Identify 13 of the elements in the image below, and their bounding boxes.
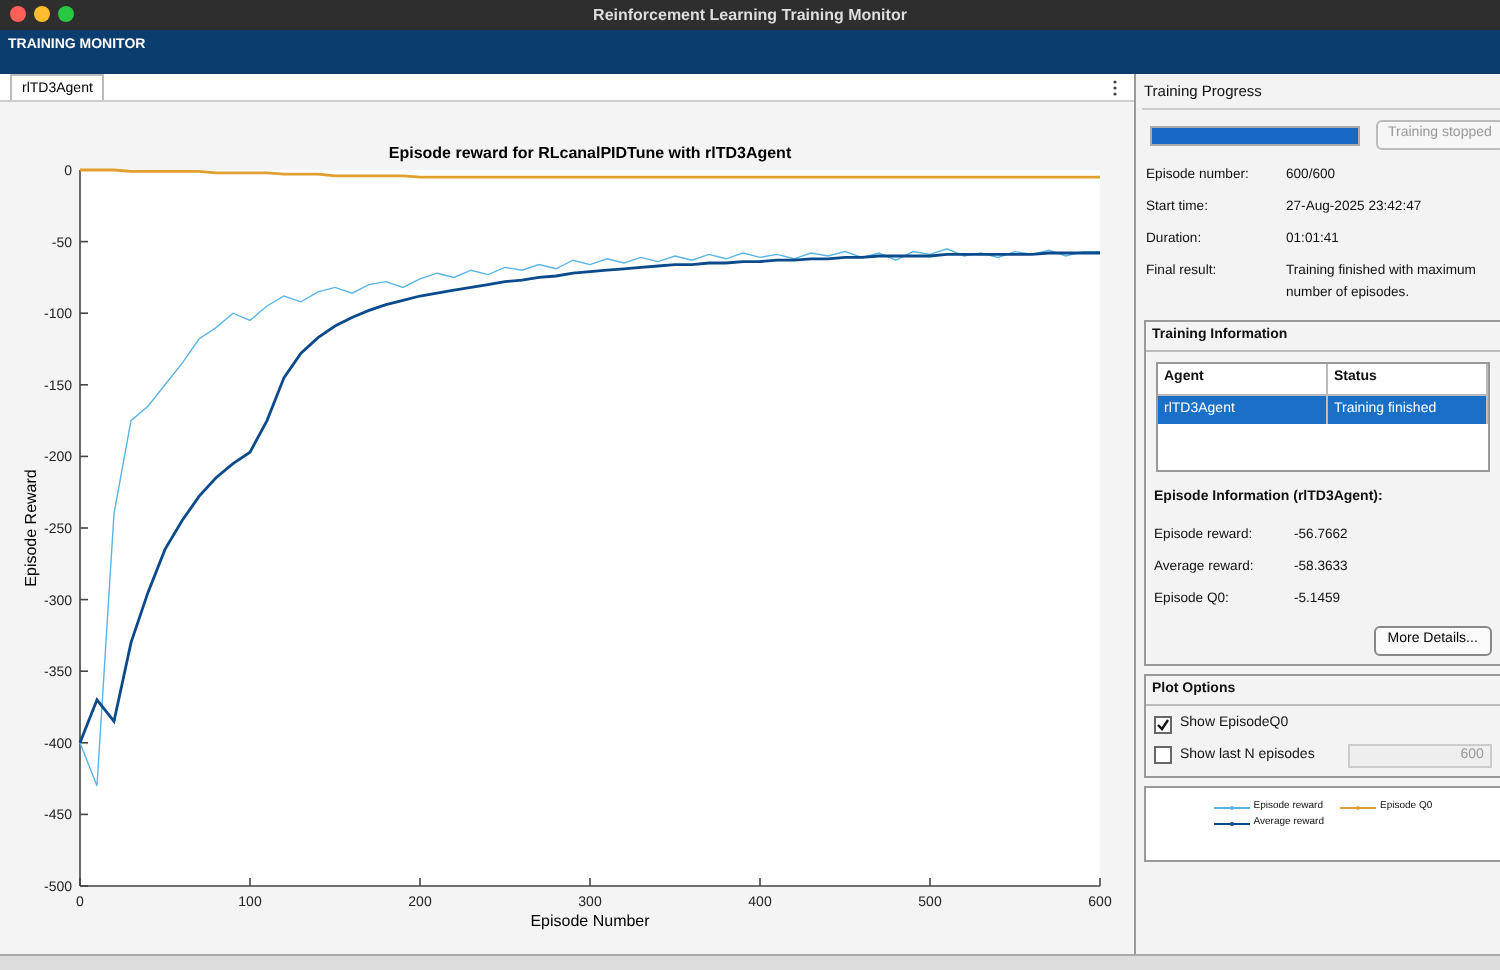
window-title: Reinforcement Learning Training Monitor <box>593 6 907 24</box>
minimize-button[interactable] <box>34 6 50 22</box>
legend-line-icon <box>1339 803 1376 811</box>
chart-title: Episode reward for RLcanalPIDTune with rlTD3Agent <box>387 144 791 162</box>
more-options-icon[interactable] <box>1112 80 1118 96</box>
legend-line-icon <box>1213 820 1250 828</box>
y-axis-label: Episode Reward <box>21 469 39 587</box>
checkbox[interactable] <box>1154 746 1172 765</box>
checkbox[interactable] <box>1154 716 1172 734</box>
zoom-button[interactable] <box>58 6 74 22</box>
legend-line-icon <box>1213 803 1250 811</box>
x-axis-label: Episode Number <box>529 912 649 930</box>
close-button[interactable] <box>10 6 26 22</box>
